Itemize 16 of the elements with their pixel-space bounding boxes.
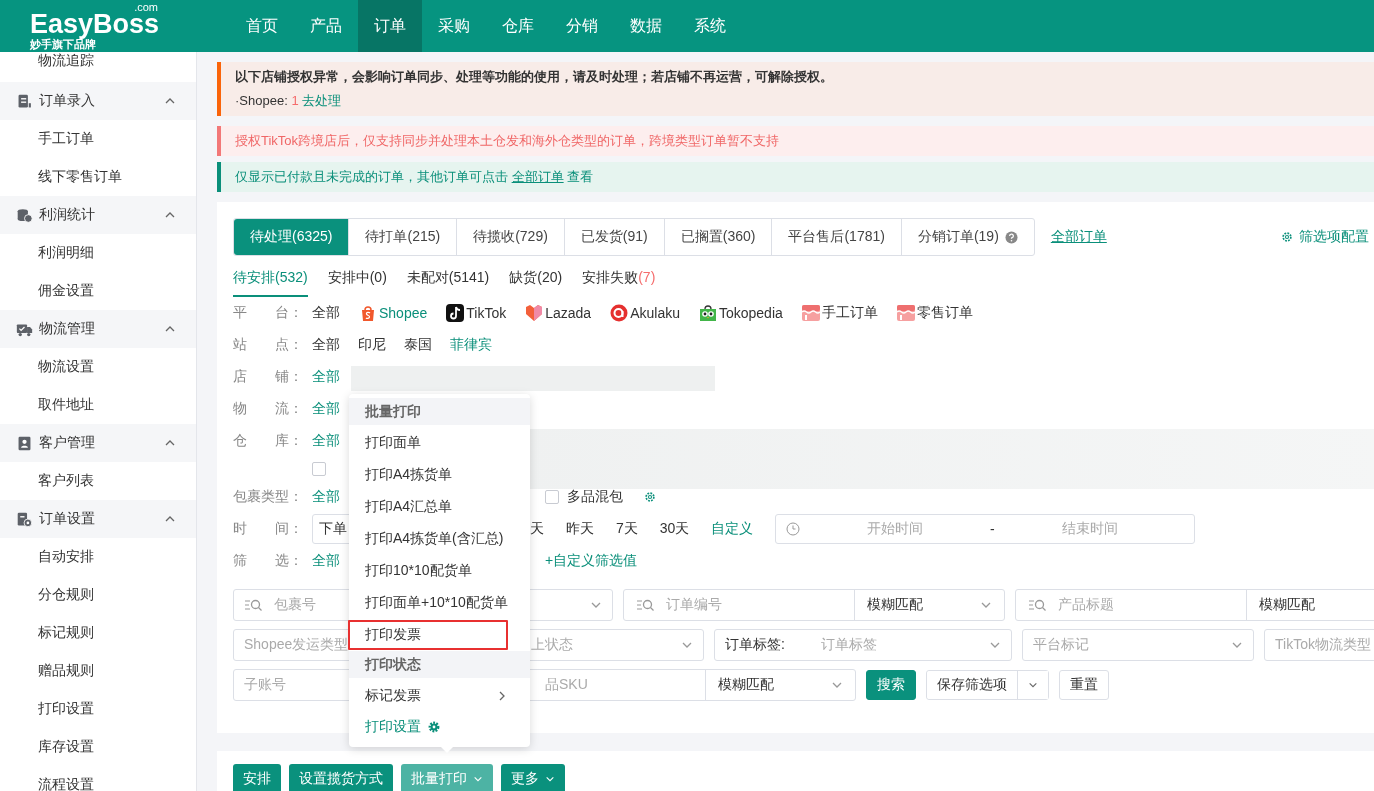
filter-label: 站 点： (233, 336, 304, 354)
alert-text: 授权TikTok跨境店后，仅支持同步并处理本土仓发和海外仓类型的订单，跨境类型订单暂不支持 (235, 132, 781, 150)
filter-label: 包裹类型： (233, 488, 304, 506)
filter-label: 仓 库： (233, 432, 304, 450)
filter-label: 物 流： (233, 400, 304, 418)
filter-label: 店 铺： (233, 368, 304, 386)
alert-text: 仅显示已付款且未完成的订单，其他订单可点击 全部订单 查看 (235, 168, 595, 186)
filter-label: 平 台： (233, 304, 304, 322)
alert-text: ·Shopee: 1 去处理 (235, 92, 343, 110)
logo-domain: .com (134, 1, 158, 12)
filter-label: 筛 选： (233, 552, 304, 570)
menu-section-header: 打印状态 (349, 651, 530, 678)
logo-text: EasyBoss (30, 11, 160, 37)
menu-section-header: 批量打印 (349, 398, 530, 425)
filter-label: 时 间： (233, 520, 304, 538)
alert-title: 以下店铺授权异常，会影响订单同步、处理等功能的使用，请及时处理；若店铺不再运营，可解除授权。 (235, 68, 834, 86)
